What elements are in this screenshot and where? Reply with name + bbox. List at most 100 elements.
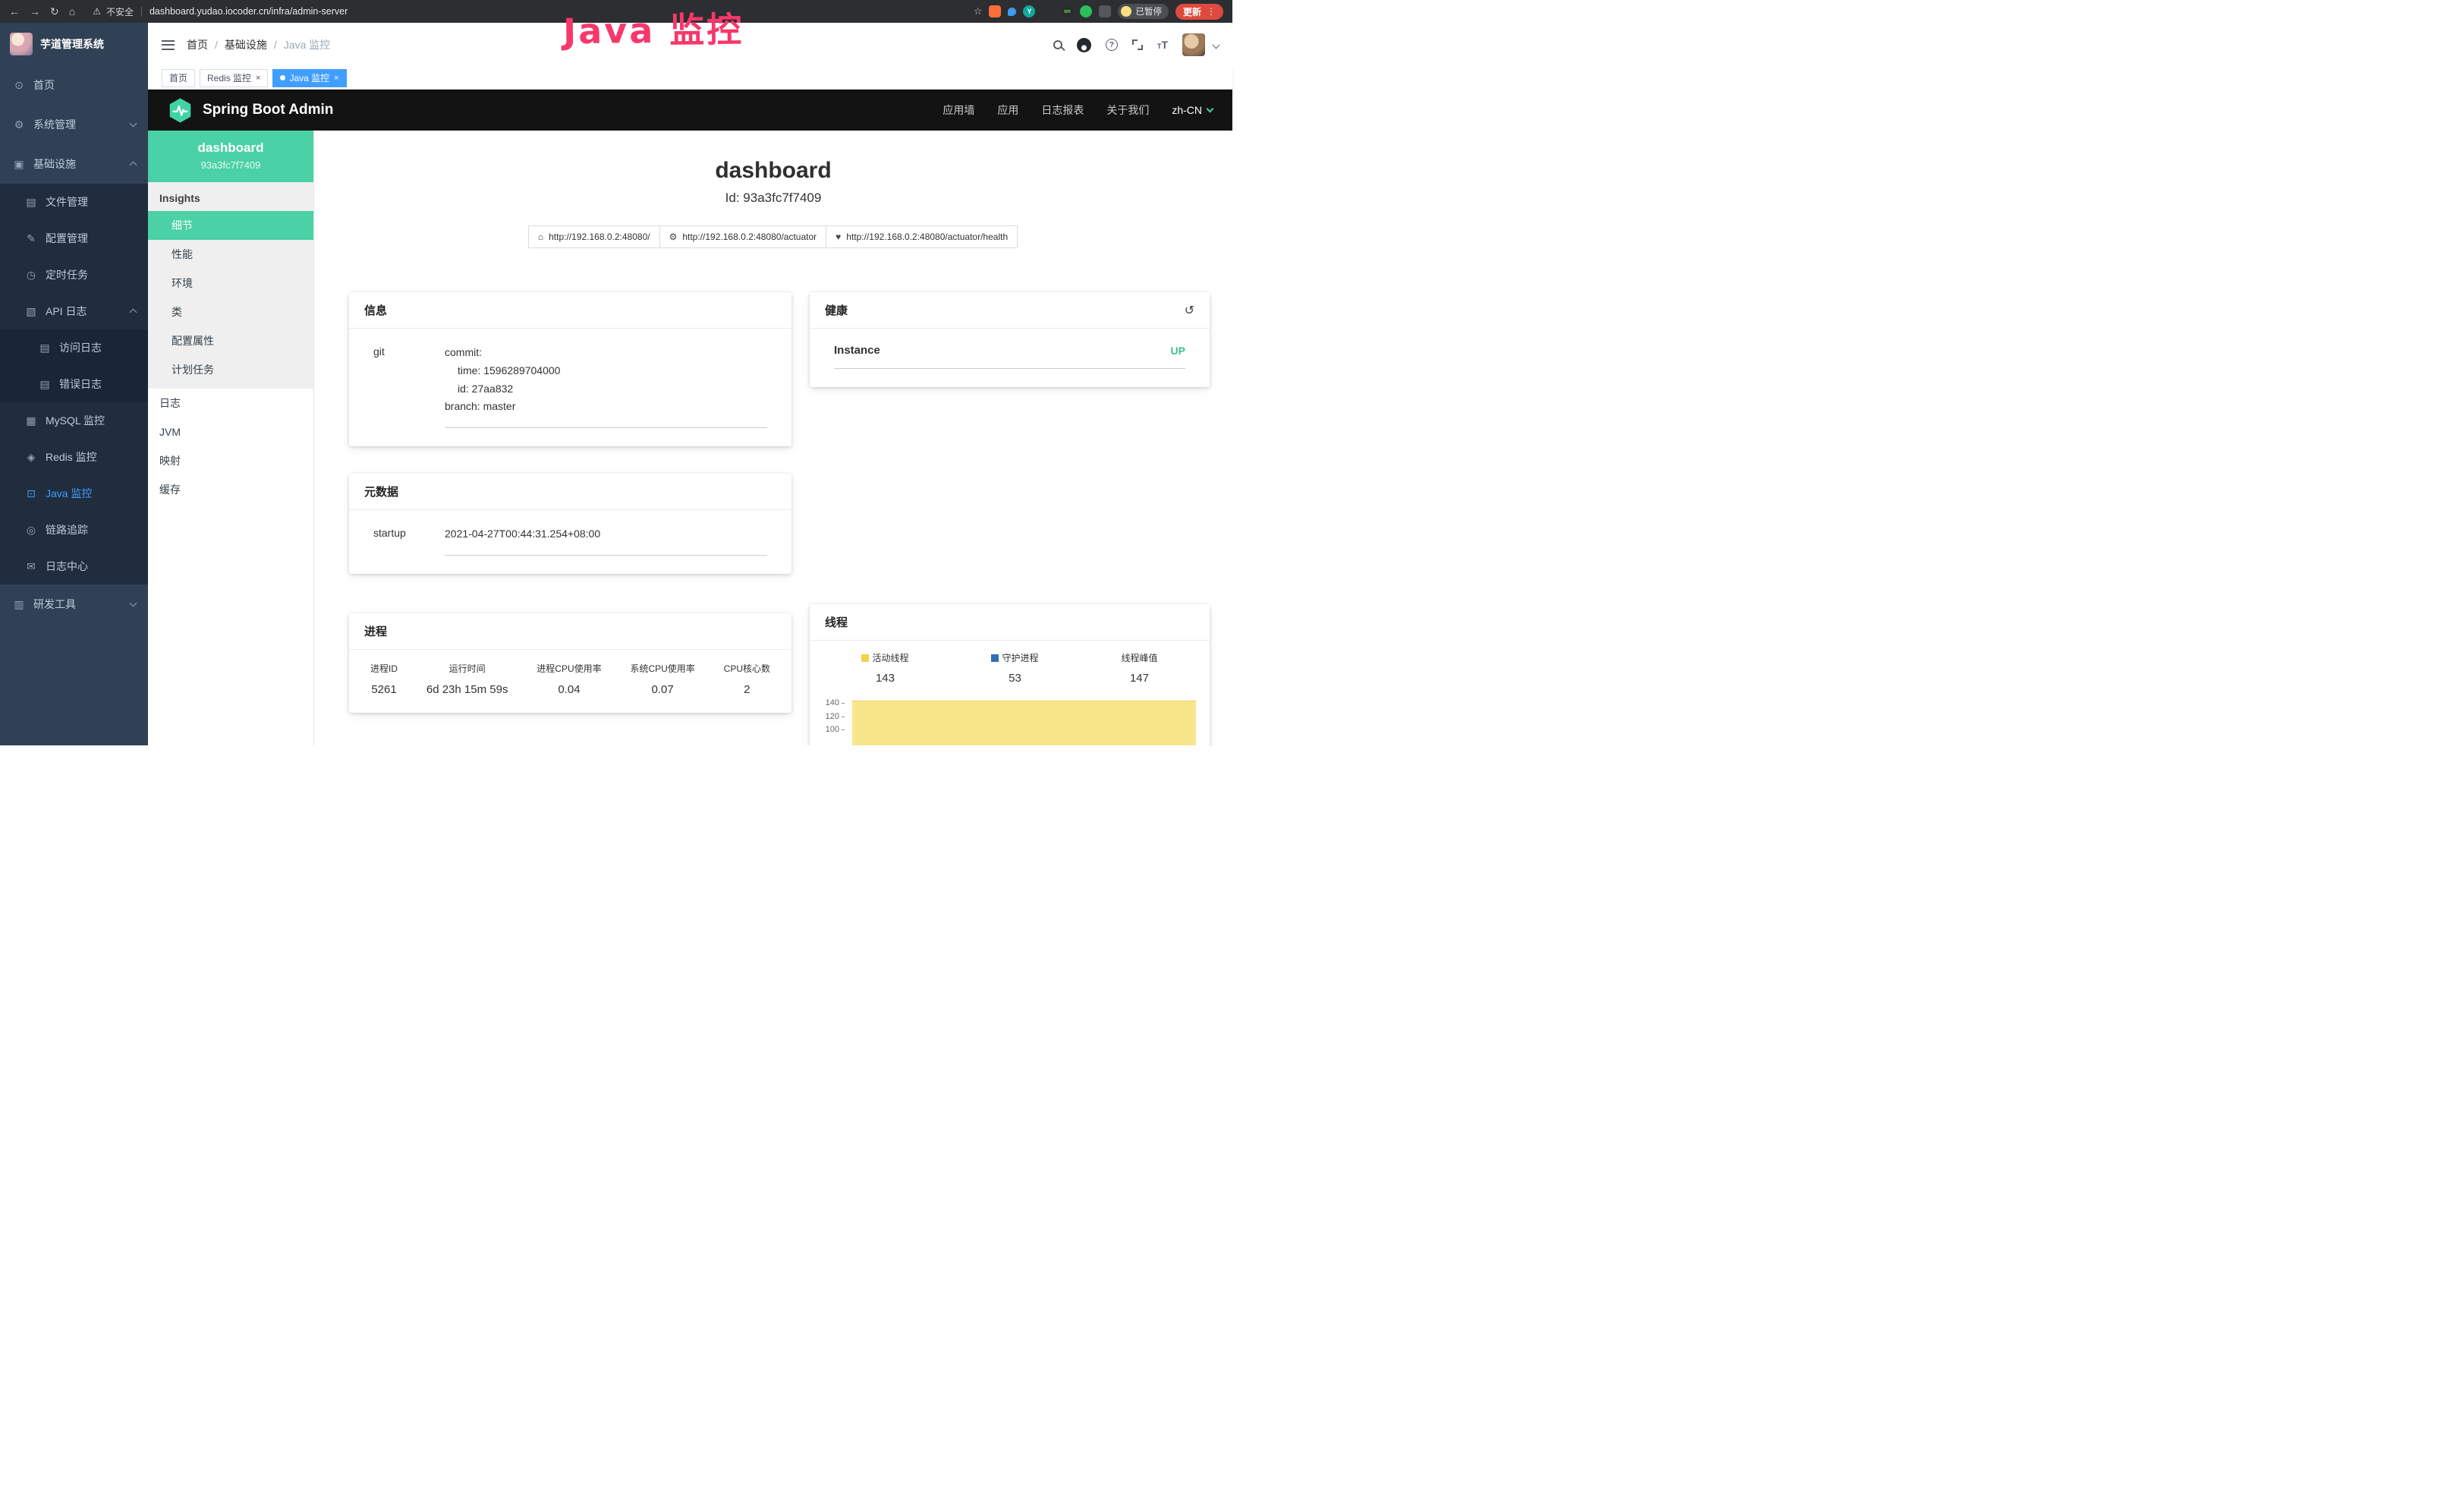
breadcrumb: 首页 / 基础设施 / Java 监控 bbox=[187, 37, 330, 52]
bookmark-star-icon[interactable]: ☆ bbox=[974, 5, 983, 17]
tab-home[interactable]: 首页 bbox=[162, 69, 195, 87]
java-monitor-icon: ⊡ bbox=[24, 487, 38, 500]
sidebar-item-redis-monitor[interactable]: ◈Redis 监控 bbox=[0, 439, 148, 475]
threads-legend: 活动线程 143 守护进程 53 线程峰值 147 bbox=[810, 641, 1210, 685]
back-icon[interactable]: ← bbox=[9, 6, 20, 17]
sba-content[interactable]: dashboard Id: 93a3fc7f7409 ⌂http://192.1… bbox=[314, 131, 1232, 745]
sba-nav-journal[interactable]: 日志报表 bbox=[1041, 102, 1084, 118]
live-threads-area bbox=[852, 701, 1196, 745]
sidebar-item-tracing[interactable]: ◎链路追踪 bbox=[0, 512, 148, 548]
info-card-header: 信息 bbox=[349, 292, 791, 329]
address-bar[interactable]: ⚠ 不安全 dashboard.yudao.iocoder.cn/infra/a… bbox=[93, 5, 348, 18]
sba-item-details[interactable]: 细节 bbox=[148, 211, 313, 240]
sidebar-item-java-monitor[interactable]: ⊡Java 监控 bbox=[0, 475, 148, 512]
tampermonkey-icon[interactable]: on bbox=[1061, 5, 1073, 17]
security-warning-icon: ⚠ bbox=[93, 6, 101, 17]
address-separator bbox=[141, 7, 142, 17]
app-title: 芋道管理系统 bbox=[40, 36, 104, 52]
info-key: git bbox=[373, 344, 445, 428]
instance-id-subtitle: Id: 93a3fc7f7409 bbox=[314, 191, 1232, 206]
sidebar-item-log-center[interactable]: ✉日志中心 bbox=[0, 548, 148, 584]
sidebar-item-file-mgmt[interactable]: ▤文件管理 bbox=[0, 184, 148, 220]
forward-icon[interactable]: → bbox=[30, 6, 40, 17]
avatar-caret-icon[interactable] bbox=[1213, 41, 1220, 49]
sba-item-config-props[interactable]: 配置属性 bbox=[148, 326, 313, 355]
tab-java-monitor[interactable]: Java 监控× bbox=[272, 69, 346, 87]
help-icon[interactable]: ? bbox=[1106, 39, 1118, 51]
topbar-actions: ? TT bbox=[1053, 33, 1219, 56]
page-title: dashboard bbox=[314, 158, 1232, 184]
browser-update-button[interactable]: 更新⋮ bbox=[1175, 4, 1223, 20]
tab-redis-monitor[interactable]: Redis 监控× bbox=[200, 69, 268, 87]
log-icon: ▧ bbox=[24, 305, 38, 318]
sidebar-item-access-logs[interactable]: ▤访问日志 bbox=[0, 329, 148, 366]
sba-item-logs[interactable]: 日志 bbox=[148, 389, 313, 417]
sidebar-item-config-mgmt[interactable]: ✎配置管理 bbox=[0, 220, 148, 257]
user-avatar[interactable] bbox=[1182, 33, 1205, 56]
blue-swatch-icon bbox=[991, 654, 999, 662]
sba-item-environment[interactable]: 环境 bbox=[148, 269, 313, 298]
threads-chart: 140 120 100 bbox=[814, 697, 1202, 745]
sidebar-item-infrastructure[interactable]: ▣基础设施 bbox=[0, 144, 148, 184]
sidebar-item-home[interactable]: ⊙首页 bbox=[0, 65, 148, 105]
github-icon[interactable] bbox=[1077, 38, 1091, 52]
app-logo-row[interactable]: 芋道管理系统 bbox=[0, 23, 148, 65]
health-url-link[interactable]: ♥http://192.168.0.2:48080/actuator/healt… bbox=[826, 225, 1018, 248]
sba-item-classes[interactable]: 类 bbox=[148, 298, 313, 326]
extension-icon-green[interactable] bbox=[1080, 5, 1092, 17]
yellow-swatch-icon bbox=[861, 654, 869, 662]
health-card: 健康 ↺ Instance UP bbox=[810, 292, 1210, 387]
fullscreen-icon[interactable] bbox=[1132, 39, 1143, 50]
sba-item-mappings[interactable]: 映射 bbox=[148, 446, 313, 475]
eye-icon: ◎ bbox=[24, 524, 38, 537]
search-icon[interactable] bbox=[1053, 40, 1062, 49]
breadcrumb-separator: / bbox=[274, 39, 277, 51]
stat-uptime: 运行时间6d 23h 15m 59s bbox=[426, 662, 508, 696]
sba-item-scheduled-tasks[interactable]: 计划任务 bbox=[148, 355, 313, 384]
sba-item-metrics[interactable]: 性能 bbox=[148, 240, 313, 269]
sba-nav-applications[interactable]: 应用 bbox=[997, 102, 1018, 118]
service-url-link[interactable]: ⌂http://192.168.0.2:48080/ bbox=[528, 225, 660, 248]
actuator-url-link[interactable]: ⚙http://192.168.0.2:48080/actuator bbox=[659, 225, 827, 248]
sba-nav: 应用墙 应用 日志报表 关于我们 zh-CN bbox=[942, 102, 1213, 118]
metadata-value: 2021-04-27T00:44:31.254+08:00 bbox=[445, 525, 767, 556]
clock-icon: ◷ bbox=[24, 269, 38, 282]
close-tab-icon[interactable]: × bbox=[334, 74, 338, 83]
sba-item-caches[interactable]: 缓存 bbox=[148, 475, 313, 504]
stat-cpu-cores: CPU核心数2 bbox=[724, 662, 770, 696]
sidebar-toggle-icon[interactable] bbox=[162, 40, 175, 50]
sidebar-item-system-mgmt[interactable]: ⚙系统管理 bbox=[0, 105, 148, 144]
sidebar-item-scheduled-jobs[interactable]: ◷定时任务 bbox=[0, 257, 148, 293]
extension-icon-drop[interactable] bbox=[1008, 8, 1016, 16]
process-stats: 进程ID5261 运行时间6d 23h 15m 59s 进程CPU使用率0.04… bbox=[349, 650, 791, 713]
sba-item-jvm[interactable]: JVM bbox=[148, 417, 313, 446]
extension-icon-grid[interactable] bbox=[1042, 5, 1054, 17]
mail-icon: ✉ bbox=[24, 560, 38, 573]
sba-nav-wallboard[interactable]: 应用墙 bbox=[942, 102, 974, 118]
sidebar-item-dev-tools[interactable]: ▥研发工具 bbox=[0, 584, 148, 624]
profile-paused-badge[interactable]: 已暂停 bbox=[1118, 4, 1169, 19]
history-icon[interactable]: ↺ bbox=[1185, 303, 1194, 318]
sidebar-item-mysql-monitor[interactable]: ▦MySQL 监控 bbox=[0, 402, 148, 439]
chevron-down-icon bbox=[130, 120, 137, 128]
sba-locale-select[interactable]: zh-CN bbox=[1172, 104, 1213, 116]
threads-card: 线程 活动线程 143 守护进程 53 bbox=[810, 604, 1210, 745]
extension-icon-orange[interactable] bbox=[989, 5, 1001, 17]
sidebar-item-error-logs[interactable]: ▤错误日志 bbox=[0, 366, 148, 402]
extensions-puzzle-icon[interactable] bbox=[1099, 5, 1111, 17]
url-text: dashboard.yudao.iocoder.cn/infra/admin-s… bbox=[149, 6, 348, 17]
breadcrumb-home[interactable]: 首页 bbox=[187, 37, 208, 52]
sba-instance-header[interactable]: dashboard 93a3fc7f7409 bbox=[148, 131, 313, 182]
topbar: 首页 / 基础设施 / Java 监控 ? TT bbox=[148, 23, 1232, 67]
breadcrumb-infra[interactable]: 基础设施 bbox=[225, 37, 267, 52]
browser-home-icon[interactable]: ⌂ bbox=[69, 6, 75, 17]
active-tab-dot bbox=[280, 75, 285, 80]
browser-chrome: ← → ↻ ⌂ ⚠ 不安全 dashboard.yudao.iocoder.cn… bbox=[0, 0, 1232, 23]
close-tab-icon[interactable]: × bbox=[256, 74, 260, 83]
browser-menu-icon[interactable]: ⋮ bbox=[1207, 6, 1216, 17]
reload-icon[interactable]: ↻ bbox=[50, 6, 59, 17]
extension-icon-y[interactable]: Y bbox=[1023, 5, 1035, 17]
sba-nav-about[interactable]: 关于我们 bbox=[1106, 102, 1149, 118]
sidebar-item-api-logs[interactable]: ▧API 日志 bbox=[0, 293, 148, 329]
font-size-icon[interactable]: TT bbox=[1157, 39, 1168, 51]
